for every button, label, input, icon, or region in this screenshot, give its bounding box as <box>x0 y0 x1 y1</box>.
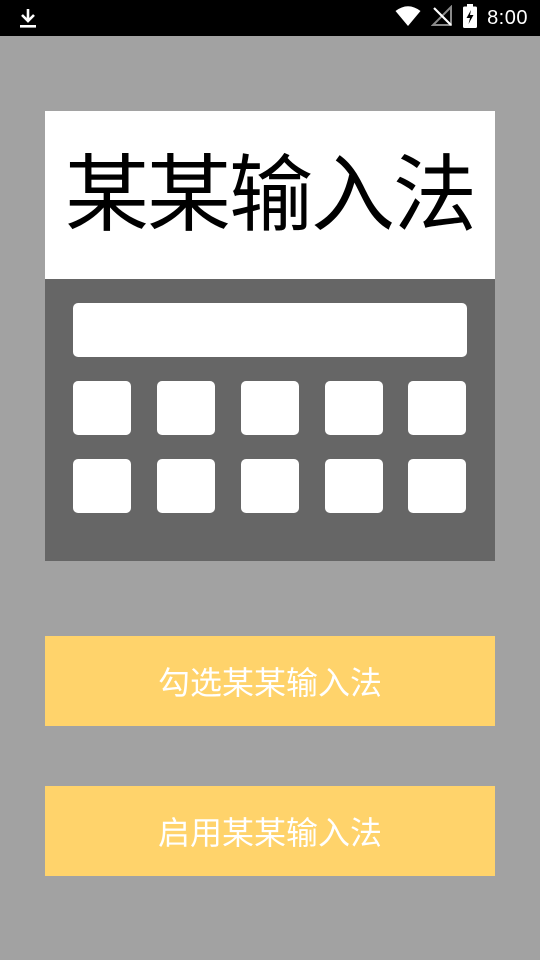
download-icon <box>16 6 40 30</box>
wifi-icon <box>395 5 421 31</box>
keyboard-key <box>325 459 383 513</box>
keyboard-illustration <box>45 279 495 561</box>
card-header: 某某输入法 <box>45 111 495 279</box>
keyboard-key <box>408 459 466 513</box>
keyboard-key <box>325 381 383 435</box>
battery-charging-icon <box>463 4 478 32</box>
keyboard-key <box>241 381 299 435</box>
keyboard-key <box>157 459 215 513</box>
status-time: 8:00 <box>487 6 528 29</box>
keyboard-illustration-card: 某某输入法 <box>45 111 495 561</box>
select-ime-button[interactable]: 勾选某某输入法 <box>45 636 495 726</box>
keyboard-input-bar <box>73 303 467 357</box>
keyboard-key <box>73 459 131 513</box>
app-title: 某某输入法 <box>64 146 477 244</box>
enable-ime-button[interactable]: 启用某某输入法 <box>45 786 495 876</box>
keyboard-key <box>73 381 131 435</box>
keyboard-key <box>157 381 215 435</box>
keyboard-key <box>241 459 299 513</box>
status-bar: 8:00 <box>0 0 540 36</box>
no-signal-icon <box>430 4 453 31</box>
status-icons: 8:00 <box>395 0 528 36</box>
keyboard-key <box>408 381 466 435</box>
